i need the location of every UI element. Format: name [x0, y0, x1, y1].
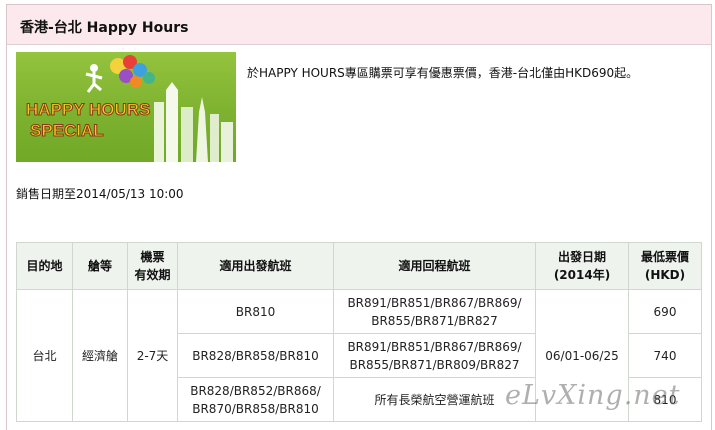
panel-header: 香港-台北 Happy Hours: [7, 5, 711, 45]
svg-text:HAPPY HOURS: HAPPY HOURS: [26, 100, 150, 119]
col-cabin: 艙等: [72, 242, 128, 290]
validity-cell: 2-7天: [127, 289, 178, 422]
sale-date: 銷售日期至2014/05/13 10:00: [16, 187, 184, 201]
fare-cell: 690: [628, 289, 702, 334]
page-title: 香港-台北 Happy Hours: [20, 20, 189, 36]
col-lowest-fare: 最低票價 (HKD): [628, 242, 702, 290]
col-travel-date: 出發日期 (2014年): [535, 242, 629, 290]
table-header-row: 目的地 艙等 機票 有效期 適用出發航班 適用回程航班 出發日期 (2014年) 最…: [16, 242, 702, 290]
happy-hours-banner: HAPPY HOURS SPECIAL: [16, 52, 236, 162]
watermark: eLvXing.net: [505, 380, 681, 411]
col-validity: 機票 有效期: [127, 242, 178, 290]
fare-cell: 740: [628, 333, 702, 378]
cabin-cell: 經濟艙: [72, 289, 128, 422]
col-destination: 目的地: [16, 242, 73, 290]
col-outbound: 適用出發航班: [177, 242, 334, 290]
svg-text:SPECIAL: SPECIAL: [30, 121, 104, 140]
outbound-cell: BR828/BR852/BR868/BR870/BR858/BR810: [177, 377, 334, 422]
destination-cell: 台北: [16, 289, 73, 422]
outbound-cell: BR828/BR858/BR810: [177, 333, 334, 378]
intro-text: 於HAPPY HOURS專區購票可享有優惠票價，香港-台北僅由HKD690起。: [247, 66, 639, 80]
inbound-cell: BR891/BR851/BR867/BR869/BR855/BR871/BR80…: [333, 333, 536, 378]
inbound-cell: BR891/BR851/BR867/BR869/BR855/BR871/BR82…: [333, 289, 536, 334]
outbound-cell: BR810: [177, 289, 334, 334]
col-inbound: 適用回程航班: [333, 242, 536, 290]
table-row: 台北 經濟艙 2-7天 BR810 BR891/BR851/BR867/BR86…: [16, 289, 702, 422]
